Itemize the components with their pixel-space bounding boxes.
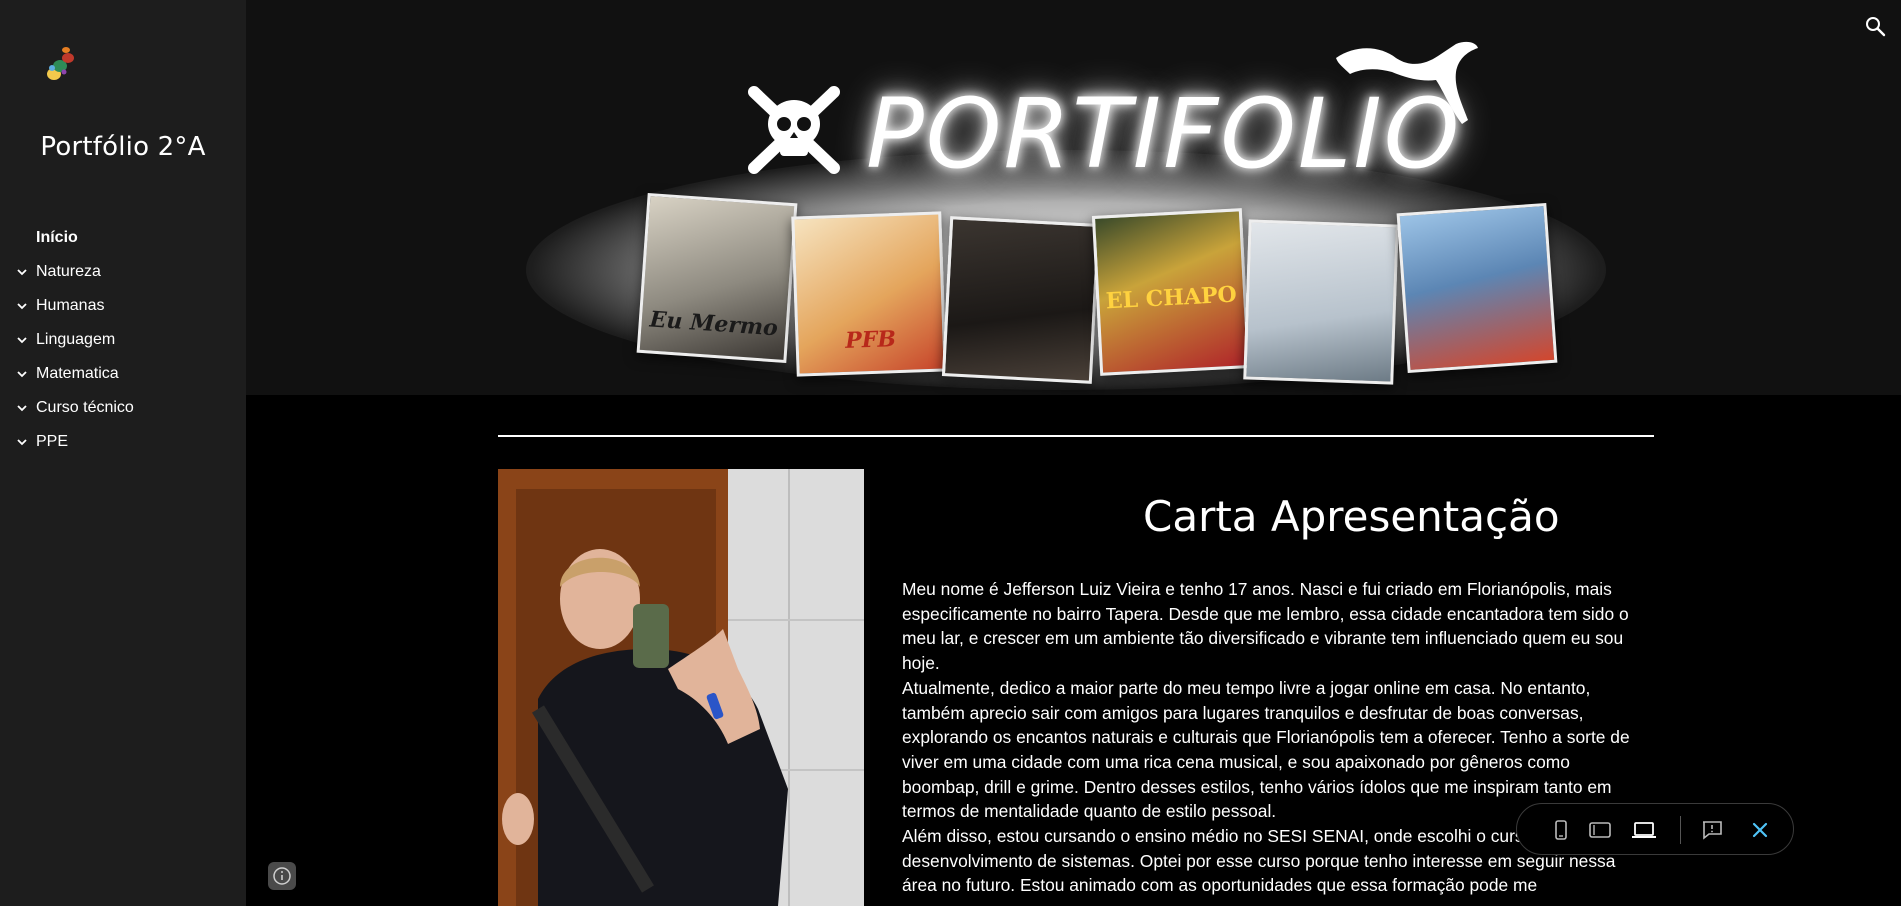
sidebar-item-label: Início [36,229,78,246]
sidebar-item-matematica[interactable]: Matematica [0,357,246,391]
chevron-down-icon[interactable] [16,402,28,414]
tablet-icon[interactable] [1587,817,1613,843]
info-button[interactable] [268,862,296,890]
album-label: EL CHAPO [1105,281,1238,315]
site-title[interactable]: Portfólio 2°A [0,132,246,162]
chevron-down-icon[interactable] [16,436,28,448]
chevron-down-icon[interactable] [16,300,28,312]
paragraph: Atualmente, dedico a maior parte do meu … [902,677,1630,822]
chevron-down-icon[interactable] [16,368,28,380]
sidebar-item-humanas[interactable]: Humanas [0,289,246,323]
page-title: Carta Apresentação [1143,492,1560,541]
search-icon[interactable] [1863,14,1887,38]
sidebar-nav: Início Natureza Humanas Linguagem Matema… [0,221,246,459]
skull-crossbones-icon [748,86,840,174]
sidebar-item-label: Linguagem [36,331,116,348]
album-cover: PFB [791,211,947,377]
laptop-icon[interactable] [1631,817,1657,843]
album-label [946,355,1090,363]
logo-icon [47,47,74,80]
phone-icon[interactable] [1548,817,1574,843]
sidebar-item-label: Humanas [36,297,105,314]
chevron-down-icon[interactable] [16,266,28,278]
header-banner: PORTIFOLIO Eu Mermo PFB EL CHAPO [246,0,1901,395]
sidebar-item-ppe[interactable]: PPE [0,425,246,459]
album-label [1409,342,1553,352]
feedback-icon[interactable] [1699,817,1725,843]
sidebar-item-curso-tecnico[interactable]: Curso técnico [0,391,246,425]
sidebar-item-label: Curso técnico [36,399,134,416]
profile-photo [498,469,864,906]
album-label: Eu Mermo [648,306,779,342]
banner-title: PORTIFOLIO [866,78,1462,190]
album-label: PFB [844,326,897,354]
album-label [1247,358,1391,363]
paragraph: Meu nome é Jefferson Luiz Vieira e tenho… [902,579,1629,674]
device-preview-toolbar [1516,803,1794,855]
sidebar-item-label: PPE [36,433,69,450]
close-icon[interactable] [1747,817,1773,843]
sidebar: Portfólio 2°A Início Natureza Humanas Li… [0,0,246,906]
sidebar-item-inicio[interactable]: Início [0,221,246,255]
album-cover [1243,219,1399,385]
sidebar-item-natureza[interactable]: Natureza [0,255,246,289]
puma-logo-icon [1336,41,1478,125]
album-cover [941,216,1101,384]
sidebar-item-linguagem[interactable]: Linguagem [0,323,246,357]
info-icon [273,867,291,885]
chevron-down-icon[interactable] [16,334,28,346]
section-divider [498,435,1654,437]
album-cover [1396,202,1558,374]
profile-photo-image [498,469,864,906]
album-cover: Eu Mermo [636,192,798,364]
site-logo[interactable] [42,44,78,84]
album-cover: EL CHAPO [1091,208,1251,376]
sidebar-item-label: Matematica [36,365,119,382]
toolbar-separator [1680,816,1681,844]
sidebar-item-label: Natureza [36,263,101,280]
